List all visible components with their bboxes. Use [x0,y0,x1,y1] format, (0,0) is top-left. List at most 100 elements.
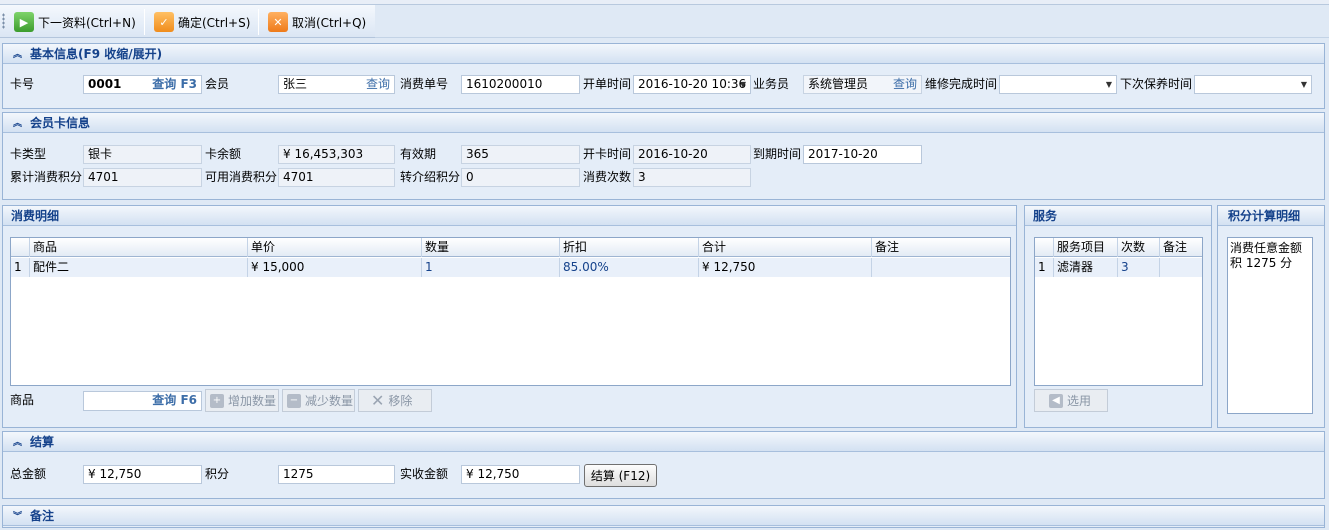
avail-points-value: 4701 [283,170,314,184]
remove-button[interactable]: ✕ 移除 [358,389,432,412]
next-maint-field[interactable]: ▼ [1194,75,1312,94]
open-date-field: 2016-10-20 [633,145,751,164]
sales-label: 业务员 [753,77,790,91]
member-label: 会员 [205,77,230,91]
remark-header[interactable]: ︾ 备注 [3,506,1324,526]
card-no-value: 0001 [88,77,122,91]
settle-button[interactable]: 结算 (F12) [584,464,657,487]
service-title: 服务 [1033,209,1058,223]
confirm-button[interactable]: ✓ 确定(Ctrl+S) [150,8,254,36]
expire-field[interactable]: 2017-10-20 [803,145,922,164]
points-detail-text[interactable]: 消费任意金额积 1275 分 [1227,237,1313,414]
col-header-service-note[interactable]: 备注 [1160,238,1202,257]
col-header-count[interactable]: 次数 [1118,238,1160,257]
card-type-value: 银卡 [88,147,113,161]
order-no-field[interactable]: 1610200010 [461,75,580,94]
toolbar-separator [258,9,259,35]
received-field[interactable]: ¥ 12,750 [461,465,580,484]
cancel-label: 取消(Ctrl+Q) [292,15,367,30]
consumption-grid[interactable]: 商品 单价 数量 折扣 合计 备注 1 配件二 ¥ 15,000 1 85.00… [10,237,1011,386]
ref-points-value: 0 [466,170,474,184]
settlement-header[interactable]: ︽ 结算 [3,432,1324,452]
cell-price[interactable]: ¥ 15,000 [248,258,422,277]
total-amount-field[interactable]: ¥ 12,750 [83,465,202,484]
points-title: 积分计算明细 [1228,209,1301,223]
chevron-down-icon[interactable]: ▼ [740,76,746,93]
sales-value: 系统管理员 [808,77,869,91]
cell-service-note[interactable] [1160,258,1202,277]
cell-product[interactable]: 配件二 [30,258,248,277]
repair-done-field[interactable]: ▼ [999,75,1117,94]
table-row[interactable]: 1 滤清器 3 [1035,258,1202,277]
product-label: 商品 [10,393,35,407]
col-header-note[interactable]: 备注 [872,238,1010,257]
order-no-value: 1610200010 [466,77,543,91]
chevron-up-icon: ︽ [13,438,23,448]
col-header-price[interactable]: 单价 [248,238,422,257]
sales-query-link[interactable]: 查询 [893,76,917,93]
chevron-down-icon[interactable]: ▼ [1106,76,1112,93]
member-field[interactable]: 张三 查询 [278,75,395,94]
consumption-grid-header: 商品 单价 数量 折扣 合计 备注 [11,238,1010,257]
cell-qty[interactable]: 1 [422,258,560,277]
col-header-discount[interactable]: 折扣 [560,238,699,257]
col-header-product[interactable]: 商品 [30,238,248,257]
close-icon: ✕ [268,12,288,32]
member-card-header[interactable]: ︽ 会员卡信息 [3,113,1324,133]
product-search-field[interactable]: 查询 F6 [83,391,202,411]
card-balance-value: ¥ 16,453,303 [283,147,364,161]
reduce-qty-button[interactable]: − 减少数量 [282,389,355,412]
visits-value: 3 [638,170,646,184]
cell-service-count[interactable]: 3 [1118,258,1160,277]
member-value: 张三 [283,77,308,91]
settle-points-field[interactable]: 1275 [278,465,395,484]
product-query-link[interactable]: 查询 F6 [152,392,197,409]
card-balance-label: 卡余额 [205,147,242,161]
card-query-link[interactable]: 查询 F3 [152,76,197,93]
play-icon: ▶ [14,12,34,32]
repair-done-label: 维修完成时间 [925,77,998,91]
member-card-title: 会员卡信息 [30,116,91,130]
next-record-button[interactable]: ▶ 下一资料(Ctrl+N) [10,8,140,36]
add-qty-button[interactable]: + 增加数量 [205,389,279,412]
avail-points-label: 可用消费积分 [205,170,278,184]
validity-label: 有效期 [400,147,437,161]
next-record-label: 下一资料(Ctrl+N) [38,15,136,30]
card-type-label: 卡类型 [10,147,47,161]
toolbar-grip[interactable] [2,13,5,29]
ref-points-label: 转介绍积分 [400,170,461,184]
cell-total[interactable]: ¥ 12,750 [699,258,872,277]
basic-info-header[interactable]: ︽ 基本信息(F9 收缩/展开) [3,44,1324,64]
col-header-service-item[interactable]: 服务项目 [1054,238,1118,257]
table-row[interactable]: 1 配件二 ¥ 15,000 1 85.00% ¥ 12,750 [11,258,1010,277]
cancel-button[interactable]: ✕ 取消(Ctrl+Q) [264,8,370,36]
open-time-field[interactable]: 2016-10-20 10:36 ▼ [633,75,751,94]
sales-field[interactable]: 系统管理员 查询 [803,75,922,94]
minus-icon: − [287,393,301,408]
open-date-value: 2016-10-20 [638,147,708,161]
chevron-up-icon: ︽ [13,50,23,60]
remark-title: 备注 [30,509,55,523]
chevron-up-icon: ︽ [13,119,23,129]
order-no-label: 消费单号 [400,77,449,91]
member-query-link[interactable]: 查询 [366,76,390,93]
service-grid-header: 服务项目 次数 备注 [1035,238,1202,257]
basic-info-title: 基本信息(F9 收缩/展开) [30,47,163,61]
settlement-title: 结算 [30,435,55,449]
consumption-detail-header: 消费明细 [3,206,1016,226]
cell-note[interactable] [872,258,1010,277]
chevron-down-icon[interactable]: ▼ [1301,76,1307,93]
total-amount-value: ¥ 12,750 [88,467,142,481]
card-balance-field: ¥ 16,453,303 [278,145,395,164]
card-no-field[interactable]: 0001 查询 F3 [83,75,202,94]
select-service-button[interactable]: ◀ 选用 [1034,389,1108,412]
cell-service-item[interactable]: 滤清器 [1054,258,1118,277]
x-icon: ✕ [371,391,385,410]
col-header-qty[interactable]: 数量 [422,238,560,257]
row-index: 1 [1035,258,1054,277]
total-amount-label: 总金额 [10,467,47,481]
service-grid[interactable]: 服务项目 次数 备注 1 滤清器 3 [1034,237,1203,386]
cell-discount[interactable]: 85.00% [560,258,699,277]
validity-field: 365 [461,145,580,164]
col-header-total[interactable]: 合计 [699,238,872,257]
